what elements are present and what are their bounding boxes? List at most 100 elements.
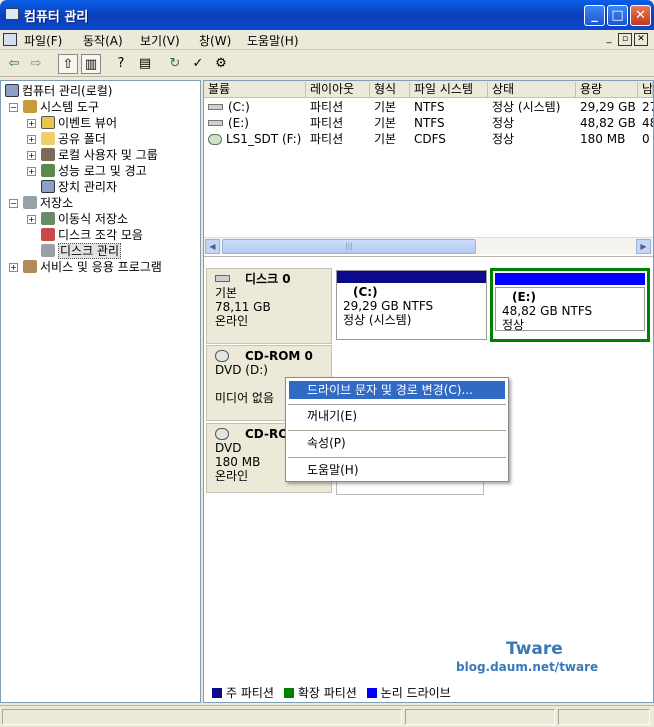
cdrom-icon <box>215 350 229 362</box>
drive-icon <box>208 120 223 126</box>
table-row[interactable]: LS1_SDT (F:) 파티션 기본 CDFS 정상 180 MB 0 <box>204 131 653 147</box>
window-title: 컴퓨터 관리 <box>24 10 89 25</box>
table-row[interactable]: (E:) 파티션 기본 NTFS 정상 48,82 GB 48 <box>204 115 653 131</box>
watermark-title: Tware <box>506 639 563 659</box>
column-header-filesystem[interactable]: 파일 시스템 <box>410 82 488 97</box>
menu-separator <box>288 430 506 431</box>
expand-icon[interactable]: + <box>27 167 36 176</box>
settings-icon[interactable]: ⚙ <box>211 54 231 74</box>
toolbar: ⇦ ⇨ ⇧ ▥ ? ▤ ↻ ✓ ⚙ <box>0 51 654 77</box>
perf-logs-icon <box>41 164 55 177</box>
services-icon <box>23 260 37 273</box>
expand-icon[interactable]: + <box>27 119 36 128</box>
scroll-right-button[interactable]: ▶ <box>636 239 651 254</box>
collapse-icon[interactable]: − <box>9 199 18 208</box>
disk-0-label[interactable]: 디스크 0 기본 78,11 GB 온라인 <box>206 268 332 344</box>
disk-management-icon <box>41 244 55 257</box>
menu-window[interactable]: 창(W) <box>199 32 231 49</box>
app-icon <box>5 8 19 20</box>
mmc-icon <box>3 33 17 46</box>
menu-item-help[interactable]: 도움말(H) <box>289 461 505 479</box>
legend: 주 파티션 확장 파티션 논리 드라이브 <box>210 684 451 701</box>
tree-item-local-users[interactable]: 로컬 사용자 및 그룹 <box>41 147 158 163</box>
expand-icon[interactable]: + <box>9 263 18 272</box>
column-header-free[interactable]: 남 <box>638 82 653 97</box>
column-header-layout[interactable]: 레이아웃 <box>306 82 370 97</box>
refresh-icon[interactable]: ↻ <box>165 54 185 74</box>
expand-icon[interactable]: + <box>27 135 36 144</box>
menu-item-properties[interactable]: 속성(P) <box>289 434 505 452</box>
menu-action[interactable]: 동작(A) <box>83 32 123 49</box>
menu-item-eject[interactable]: 꺼내기(E) <box>289 407 505 425</box>
horizontal-scrollbar[interactable]: ◀ ||| ▶ <box>204 237 653 254</box>
computer-icon <box>5 84 19 97</box>
shared-folder-icon <box>41 132 55 145</box>
watermark-url: blog.daum.net/tware <box>456 660 599 674</box>
minimize-button[interactable]: _ <box>584 5 605 26</box>
title-bar: 컴퓨터 관리 _ □ ✕ <box>0 0 654 30</box>
up-folder-icon[interactable]: ⇧ <box>58 54 78 74</box>
hard-disk-icon <box>215 275 230 282</box>
column-header-status[interactable]: 상태 <box>488 82 576 97</box>
child-close-button[interactable]: ✕ <box>634 33 648 46</box>
tree-item-device-manager[interactable]: 장치 관리자 <box>41 179 117 195</box>
status-cell <box>558 709 650 725</box>
properties-icon[interactable]: ▤ <box>135 54 155 74</box>
collapse-icon[interactable]: − <box>9 103 18 112</box>
tree-item-defrag[interactable]: 디스크 조각 모음 <box>41 227 143 243</box>
show-hide-tree-icon[interactable]: ▥ <box>81 54 101 74</box>
tree-item-perf-logs[interactable]: 성능 로그 및 경고 <box>41 163 147 179</box>
close-button[interactable]: ✕ <box>630 5 651 26</box>
child-restore-button[interactable]: ▫ <box>618 33 632 46</box>
child-minimize-button[interactable]: _ <box>602 33 616 46</box>
logical-drive-bar <box>495 273 645 285</box>
column-header-type[interactable]: 형식 <box>370 82 410 97</box>
legend-swatch-extended <box>283 688 294 698</box>
status-cell <box>405 709 555 725</box>
column-header-volume[interactable]: 볼륨 <box>204 82 306 97</box>
check-icon[interactable]: ✓ <box>188 54 208 74</box>
tree-item-removable[interactable]: 이동식 저장소 <box>41 211 128 227</box>
status-cell <box>2 709 402 725</box>
removable-storage-icon <box>41 212 55 225</box>
tree-item-root[interactable]: 컴퓨터 관리(로컬) <box>5 83 112 99</box>
tree-item-services[interactable]: 서비스 및 응용 프로그램 <box>23 259 162 275</box>
menu-separator <box>288 457 506 458</box>
menu-item-change-drive-letter[interactable]: 드라이브 문자 및 경로 변경(C)... <box>289 381 505 399</box>
context-menu: 드라이브 문자 및 경로 변경(C)... 꺼내기(E) 속성(P) 도움말(H… <box>285 377 509 482</box>
partition-e[interactable]: (E:) 48,82 GB NTFS 정상 <box>490 268 650 342</box>
column-header-capacity[interactable]: 용량 <box>576 82 638 97</box>
tree-item-storage[interactable]: 저장소 <box>23 195 73 211</box>
tree-item-disk-management[interactable]: 디스크 관리 <box>41 243 122 259</box>
drive-icon <box>208 104 223 110</box>
users-icon <box>41 148 55 161</box>
cdrom-icon <box>215 428 229 440</box>
device-manager-icon <box>41 180 55 193</box>
tree-item-shared-folders[interactable]: 공유 폴더 <box>41 131 106 147</box>
menu-file[interactable]: 파일(F) <box>24 32 62 49</box>
tools-icon <box>23 100 37 113</box>
cdrom-icon <box>208 134 222 145</box>
table-row[interactable]: (C:) 파티션 기본 NTFS 정상 (시스템) 29,29 GB 27 <box>204 99 653 115</box>
scroll-thumb[interactable]: ||| <box>222 239 476 254</box>
volume-list-header: 볼륨 레이아웃 형식 파일 시스템 상태 용량 남 <box>204 81 653 98</box>
tree-item-system-tools[interactable]: 시스템 도구 <box>23 99 99 115</box>
partition-c[interactable]: (C:) 29,29 GB NTFS 정상 (시스템) <box>336 270 487 340</box>
legend-swatch-logical <box>366 688 377 698</box>
event-viewer-icon <box>41 116 55 129</box>
menu-separator <box>288 404 506 405</box>
help-icon[interactable]: ? <box>111 54 131 74</box>
forward-icon[interactable]: ⇨ <box>26 54 46 74</box>
maximize-button[interactable]: □ <box>607 5 628 26</box>
scroll-left-button[interactable]: ◀ <box>205 239 220 254</box>
legend-swatch-primary <box>212 688 222 698</box>
back-icon[interactable]: ⇦ <box>4 54 24 74</box>
status-bar <box>0 705 654 727</box>
tree-item-event-viewer[interactable]: 이벤트 뷰어 <box>41 115 117 131</box>
defrag-icon <box>41 228 55 241</box>
menu-help[interactable]: 도움말(H) <box>247 32 299 49</box>
expand-icon[interactable]: + <box>27 151 36 160</box>
menu-view[interactable]: 보기(V) <box>140 32 180 49</box>
tree-pane[interactable]: 컴퓨터 관리(로컬) − 시스템 도구 + 이벤트 뷰어 + 공유 폴더 + 로… <box>0 80 201 703</box>
expand-icon[interactable]: + <box>27 215 36 224</box>
